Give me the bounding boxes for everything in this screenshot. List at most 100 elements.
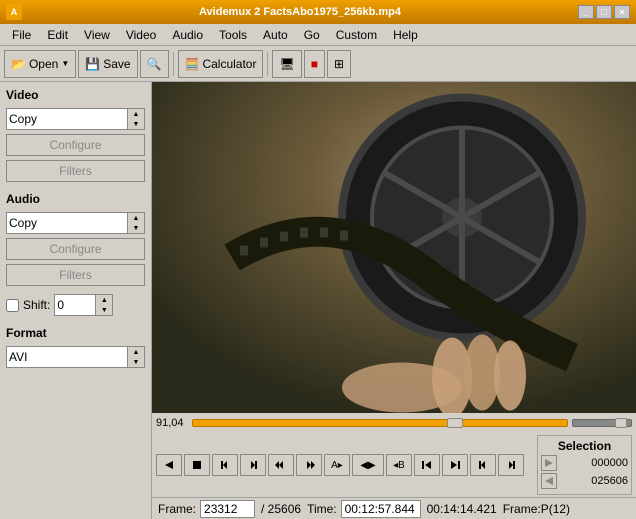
audio-section-label: Audio: [6, 192, 145, 206]
open-arrow-icon: ▼: [61, 59, 69, 68]
video-section-label: Video: [6, 88, 145, 102]
prev-frame-button[interactable]: [212, 454, 238, 476]
frame-label: Frame:: [158, 502, 196, 516]
mini-track[interactable]: [572, 419, 632, 427]
video-content: [152, 82, 636, 413]
progress-position: 91,04: [156, 417, 188, 429]
format-row: AVI ▲ ▼: [6, 346, 145, 368]
sel-b-row: 025606: [541, 473, 628, 489]
audio-codec-down[interactable]: ▼: [128, 223, 144, 233]
shift-value-input[interactable]: 0: [54, 294, 96, 316]
stop-button[interactable]: [184, 454, 210, 476]
frame-info: Frame:P(12): [503, 502, 570, 516]
display-icon: 🖥: [279, 57, 294, 71]
toolbar-separator: [173, 52, 174, 76]
app-icon: A: [6, 4, 22, 20]
next-key-button[interactable]: [498, 454, 524, 476]
zoom-icon: 🔍: [147, 57, 162, 71]
format-section-label: Format: [6, 326, 145, 340]
format-select[interactable]: AVI: [6, 346, 128, 368]
calculator-label: Calculator: [202, 57, 256, 71]
frame-field: Frame:: [158, 500, 255, 518]
sel-a-indicator[interactable]: [541, 455, 557, 471]
set-b-button[interactable]: ◂B: [386, 454, 412, 476]
window-title: Avidemux 2 FactsAbo1975_256kb.mp4: [22, 6, 578, 18]
menu-view[interactable]: View: [76, 26, 118, 44]
video-filters-button[interactable]: Filters: [6, 160, 145, 182]
fast-forward-button[interactable]: [296, 454, 322, 476]
audio-codec-arrows[interactable]: ▲ ▼: [128, 212, 145, 234]
video-codec-arrows[interactable]: ▲ ▼: [128, 108, 145, 130]
video-area: 91,04: [152, 82, 636, 519]
rewind-button[interactable]: [268, 454, 294, 476]
reel-scene: [152, 82, 636, 413]
layout-button[interactable]: ⊞: [327, 50, 351, 78]
next-frame-button[interactable]: [240, 454, 266, 476]
video-codec-select[interactable]: Copy: [6, 108, 128, 130]
save-icon: 💾: [85, 57, 100, 71]
zoom-button[interactable]: 🔍: [140, 50, 169, 78]
shift-spinbox: 0 ▲ ▼: [54, 294, 113, 316]
format-down[interactable]: ▼: [128, 357, 144, 367]
display-button[interactable]: 🖥: [272, 50, 301, 78]
audio-codec-row: Copy ▲ ▼: [6, 212, 145, 234]
menu-auto[interactable]: Auto: [255, 26, 296, 44]
video-codec-up[interactable]: ▲: [128, 109, 144, 119]
frame-input[interactable]: [200, 500, 255, 518]
color-button[interactable]: ■: [304, 50, 325, 78]
selection-label: Selection: [541, 439, 628, 453]
time-field: Time:: [307, 500, 421, 518]
menu-audio[interactable]: Audio: [164, 26, 211, 44]
go-ab-button[interactable]: ◀▶: [352, 454, 384, 476]
format-arrows[interactable]: ▲ ▼: [128, 346, 145, 368]
video-configure-button[interactable]: Configure: [6, 134, 145, 156]
time-input[interactable]: [341, 500, 421, 518]
menu-tools[interactable]: Tools: [211, 26, 255, 44]
layout-icon: ⊞: [334, 57, 344, 71]
audio-configure-button[interactable]: Configure: [6, 238, 145, 260]
audio-filters-button[interactable]: Filters: [6, 264, 145, 286]
prev-key-button[interactable]: [470, 454, 496, 476]
video-frame: [152, 82, 636, 413]
minimize-button[interactable]: _: [578, 5, 594, 19]
menu-custom[interactable]: Custom: [328, 26, 385, 44]
menu-edit[interactable]: Edit: [39, 26, 76, 44]
calculator-button[interactable]: 🧮 Calculator: [178, 50, 264, 78]
save-button[interactable]: 💾 Save: [78, 50, 137, 78]
toolbar-separator2: [267, 52, 268, 76]
set-a-button[interactable]: A▸: [324, 454, 350, 476]
mini-thumb[interactable]: [615, 418, 627, 428]
audio-codec-select[interactable]: Copy: [6, 212, 128, 234]
menu-go[interactable]: Go: [296, 26, 328, 44]
titlebar-buttons[interactable]: _ □ ×: [578, 5, 630, 19]
folder-icon: 📂: [11, 57, 26, 71]
progress-thumb[interactable]: [447, 418, 463, 428]
open-button[interactable]: 📂 Open ▼: [4, 50, 76, 78]
menu-video[interactable]: Video: [118, 26, 164, 44]
maximize-button[interactable]: □: [596, 5, 612, 19]
toolbar: 📂 Open ▼ 💾 Save 🔍 🧮 Calculator 🖥 ■ ⊞: [0, 46, 636, 82]
menu-file[interactable]: File: [4, 26, 39, 44]
shift-checkbox[interactable]: [6, 299, 19, 312]
video-codec-row: Copy ▲ ▼: [6, 108, 145, 130]
audio-codec-up[interactable]: ▲: [128, 213, 144, 223]
format-up[interactable]: ▲: [128, 347, 144, 357]
shift-down[interactable]: ▼: [96, 305, 112, 315]
total-frames: / 25606: [261, 502, 301, 516]
go-start-button[interactable]: [414, 454, 440, 476]
menu-help[interactable]: Help: [385, 26, 426, 44]
progress-track[interactable]: [192, 419, 568, 427]
main-area: Video Copy ▲ ▼ Configure Filters Audio C…: [0, 82, 636, 519]
shift-arrows[interactable]: ▲ ▼: [96, 294, 113, 316]
video-codec-down[interactable]: ▼: [128, 119, 144, 129]
close-button[interactable]: ×: [614, 5, 630, 19]
progress-row: 91,04: [152, 413, 636, 433]
shift-row: Shift: 0 ▲ ▼: [6, 294, 145, 316]
time-label: Time:: [307, 502, 337, 516]
sel-b-indicator[interactable]: [541, 473, 557, 489]
menubar: File Edit View Video Audio Tools Auto Go…: [0, 24, 636, 46]
shift-up[interactable]: ▲: [96, 295, 112, 305]
go-end-button[interactable]: [442, 454, 468, 476]
end-time: 00:14:14.421: [427, 502, 497, 516]
play-back-button[interactable]: [156, 454, 182, 476]
